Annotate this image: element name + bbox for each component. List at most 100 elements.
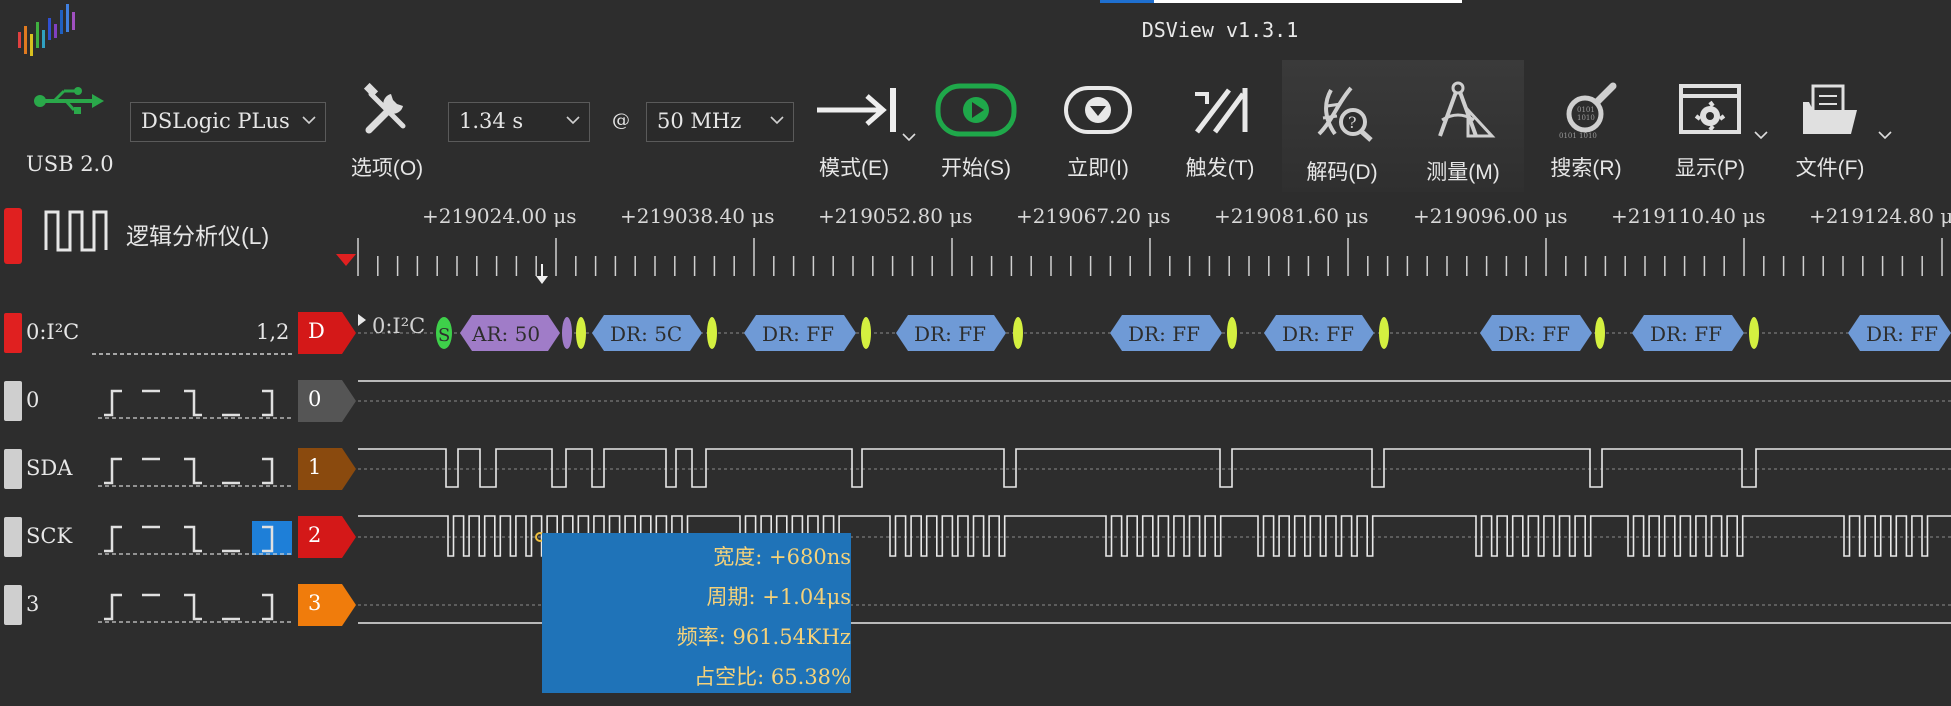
search-label: 搜索(R) — [1550, 157, 1622, 180]
channel-0-tag[interactable]: 0 — [298, 380, 358, 422]
display-label: 显示(P) — [1675, 157, 1745, 180]
channel-2-trigger-options[interactable] — [98, 521, 293, 555]
chevron-down-icon — [770, 116, 784, 125]
decoder-data-label: DR: FF — [914, 322, 986, 346]
search-icon: 0101 1010 0101 1010 — [1536, 80, 1636, 150]
wrench-icon — [340, 80, 434, 150]
decoder-data-label: DR: FF — [1866, 322, 1938, 346]
start-button[interactable]: 开始(S) — [926, 60, 1026, 192]
channel-1-tag[interactable]: 1 — [298, 448, 358, 490]
decoder-ack-marker — [1595, 317, 1605, 349]
chevron-down-icon — [302, 116, 316, 125]
trigger-button[interactable]: 触发(T) — [1170, 60, 1270, 192]
file-label: 文件(F) — [1795, 157, 1865, 180]
decoder-underline — [92, 353, 292, 355]
channel-1-trigger-options[interactable] — [98, 453, 293, 487]
channel-1-tag-label: 1 — [308, 455, 322, 479]
time-tick-label: +219096.00 μs — [1413, 204, 1568, 228]
decoder-data-label: DR: FF — [1282, 322, 1354, 346]
sample-duration-value: 1.34 s — [459, 109, 524, 133]
trigger-icon — [1170, 80, 1270, 150]
channel-1-tab[interactable] — [4, 449, 22, 489]
decoder-ack-marker — [707, 317, 717, 349]
decoder-ack-marker — [1379, 317, 1389, 349]
channel-0-name: 0 — [26, 388, 40, 412]
mode-label: 模式(E) — [819, 157, 889, 180]
chevron-down-icon — [566, 116, 580, 125]
usb-icon — [34, 87, 104, 114]
play-icon — [926, 80, 1026, 150]
track-area: 0:I²C 1,2 D 0 SDA SCK 3 0 1 2 3 0:I²C S … — [0, 292, 1951, 706]
options-button[interactable]: 选项(O) — [340, 60, 434, 192]
mode-caret-icon[interactable] — [902, 132, 916, 142]
time-tick-label: +219038.40 μs — [620, 204, 775, 228]
decoder-ack-marker — [576, 317, 586, 349]
measure-button[interactable]: 测量(M) — [1402, 60, 1524, 192]
channel-0-tab[interactable] — [4, 381, 22, 421]
decoder-rw-marker — [562, 317, 572, 349]
svg-text:0101: 0101 — [1577, 106, 1595, 114]
channel-2-tab[interactable] — [4, 517, 22, 557]
display-button[interactable]: 显示(P) — [1660, 60, 1760, 192]
channel-3-tab[interactable] — [4, 585, 22, 625]
decoder-name: 0:I²C — [26, 320, 80, 344]
instant-button[interactable]: 立即(I) — [1048, 60, 1148, 192]
file-button[interactable]: 文件(F) — [1780, 60, 1880, 192]
decoder-tag[interactable]: D — [298, 312, 358, 354]
channel-1-name: SDA — [26, 456, 73, 480]
mode-icon — [804, 80, 904, 150]
channel-3-tag-label: 3 — [308, 591, 322, 615]
trigger-label: 触发(T) — [1185, 157, 1255, 180]
channel-1-waveform — [358, 448, 1951, 488]
decoder-row-label: 0:I²C — [372, 314, 425, 338]
measure-label: 测量(M) — [1426, 161, 1500, 184]
at-symbol: @ — [612, 110, 630, 131]
rising-edge-icon — [104, 389, 122, 417]
measurement-popup: 宽度: +680ns 周期: +1.04μs 频率: 961.54KHz 占空比… — [542, 533, 851, 693]
decoder-data-label: DR: FF — [1128, 322, 1200, 346]
time-ruler[interactable] — [0, 230, 1951, 292]
decode-icon: ? — [1282, 80, 1402, 150]
svg-text:1010: 1010 — [1577, 114, 1595, 122]
channel-3-trigger-options[interactable] — [98, 589, 293, 623]
cursor-marker-icon[interactable] — [536, 276, 548, 284]
usb-label: USB 2.0 — [26, 152, 114, 176]
display-caret-icon[interactable] — [1754, 130, 1768, 140]
main-toolbar: USB 2.0 DSLogic PLus 选项(O) 1.34 s @ 50 M… — [0, 60, 1951, 192]
app-logo-icon — [18, 4, 75, 56]
title-accent-bar — [1100, 0, 1462, 3]
decoder-data-label: DR: FF — [1498, 322, 1570, 346]
decoder-ack-marker — [1227, 317, 1237, 349]
frequency-value: 频率: 961.54KHz — [676, 625, 851, 649]
channel-3-name: 3 — [26, 592, 40, 616]
channel-2-tag[interactable]: 2 — [298, 516, 358, 558]
time-tick-label: +219052.80 μs — [818, 204, 973, 228]
decoder-data-label: DR: 5C — [610, 322, 682, 346]
decoder-color-tab[interactable] — [4, 313, 22, 353]
pulse-width-value: 宽度: +680ns — [713, 545, 851, 569]
file-caret-icon[interactable] — [1878, 130, 1892, 140]
time-tick-label: +219110.40 μs — [1611, 204, 1766, 228]
channel-0-trigger-options[interactable] — [98, 385, 293, 419]
sample-duration-select[interactable]: 1.34 s — [448, 102, 590, 142]
time-tick-label: +219024.00 μs — [422, 204, 577, 228]
device-select[interactable]: DSLogic PLus — [130, 102, 326, 142]
start-label: 开始(S) — [941, 157, 1011, 180]
time-tick-label: +219081.60 μs — [1214, 204, 1369, 228]
decode-button[interactable]: ? 解码(D) — [1282, 60, 1402, 192]
sample-rate-select[interactable]: 50 MHz — [646, 102, 794, 142]
decoder-data-label: DR: FF — [1650, 322, 1722, 346]
device-select-value: DSLogic PLus — [141, 109, 290, 133]
time-tick-label: +219067.20 μs — [1016, 204, 1171, 228]
decoder-address-label: AR: 50 — [471, 322, 540, 346]
decoder-ack-marker — [1013, 317, 1023, 349]
search-button[interactable]: 0101 1010 0101 1010 搜索(R) — [1536, 60, 1636, 192]
decoder-tag-label: D — [308, 319, 325, 343]
window-title: DSView v1.3.1 — [1141, 18, 1299, 42]
channel-3-tag[interactable]: 3 — [298, 584, 358, 626]
decoder-start-label: S — [438, 325, 450, 346]
instant-label: 立即(I) — [1067, 157, 1129, 180]
mode-button[interactable]: 模式(E) — [804, 60, 904, 192]
decoder-ack-marker — [861, 317, 871, 349]
decoder-channels: 1,2 — [256, 320, 290, 344]
